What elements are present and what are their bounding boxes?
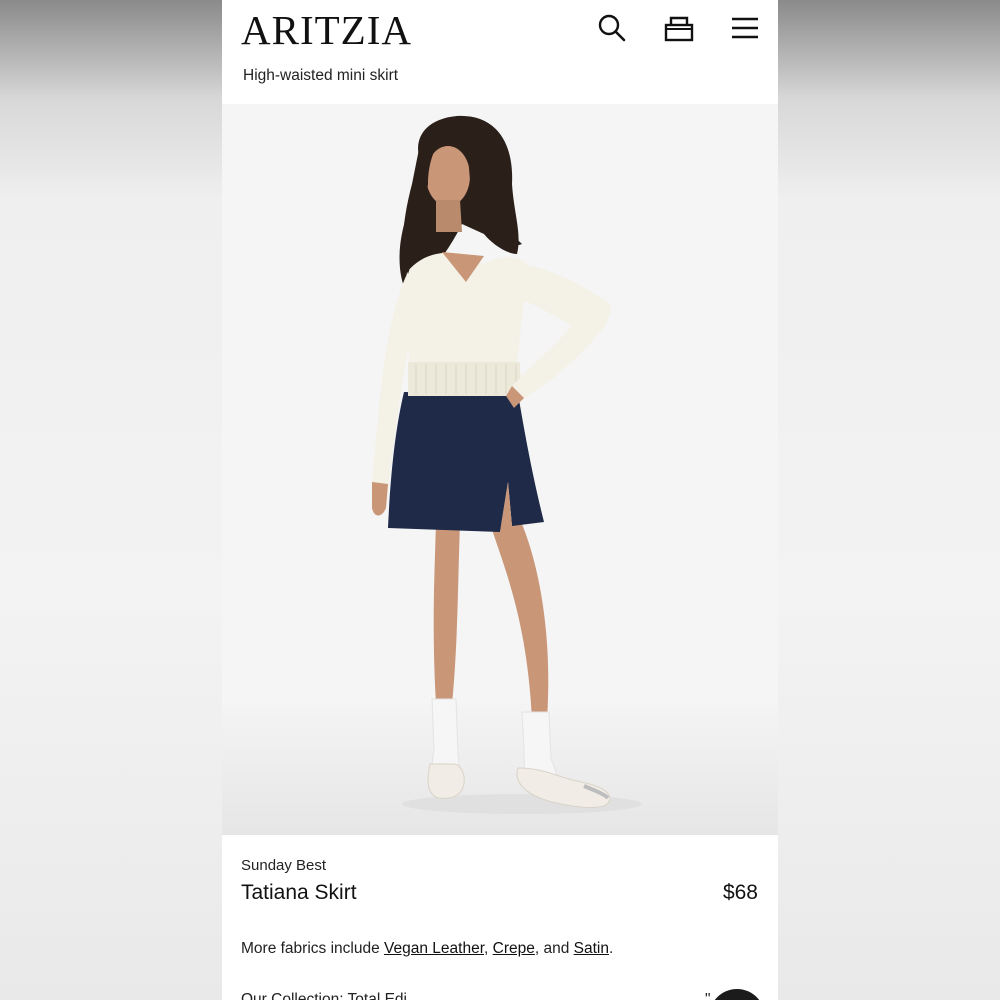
collection-description-cutoff: Our Collection: Total Edi [241,991,407,1000]
brand-logo[interactable]: ARITZIA [241,8,412,52]
product-price: $68 [722,881,758,904]
product-name: Tatiana Skirt [241,881,357,904]
product-image[interactable] [222,104,778,835]
collection-label[interactable]: Sunday Best [241,857,326,874]
cutoff-right-text: " [705,991,711,1000]
product-page: ARITZIA High-waisted mini skirt Sunday B… [222,0,778,1000]
menu-icon[interactable] [729,12,761,44]
search-icon[interactable] [596,12,628,44]
site-header: ARITZIA High-waisted mini skirt [222,0,778,104]
fabrics-separator: , [484,940,493,957]
fabric-link-vegan-leather[interactable]: Vegan Leather [384,940,484,957]
fabric-link-crepe[interactable]: Crepe [493,940,535,957]
fabric-link-satin[interactable]: Satin [574,940,609,957]
fabrics-suffix: . [608,940,614,957]
product-subtitle: High-waisted mini skirt [243,67,399,84]
fabrics-separator: , and [534,940,574,957]
chat-button[interactable] [709,989,765,1000]
product-info: Sunday Best Tatiana Skirt $68 More fabri… [222,835,778,1000]
bag-icon[interactable] [663,12,695,44]
background-right [778,0,1000,1000]
fabrics-line: More fabrics include Vegan Leather, Crep… [241,940,613,958]
fabrics-prefix: More fabrics include [241,940,385,957]
background-left [0,0,222,1000]
